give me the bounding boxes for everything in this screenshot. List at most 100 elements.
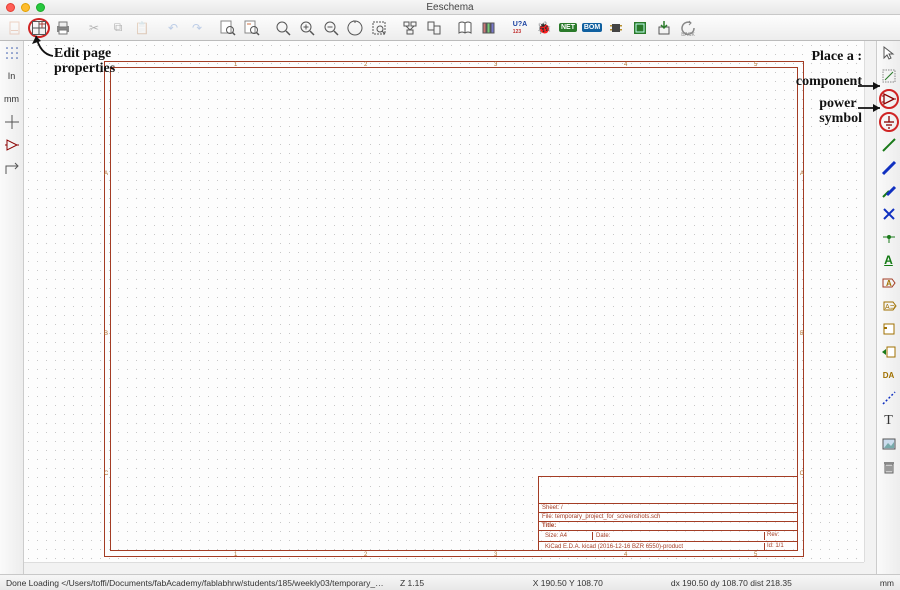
junction-icon bbox=[881, 229, 897, 245]
redo-button[interactable]: ↷ bbox=[186, 18, 208, 38]
hidden-pins-toggle[interactable] bbox=[2, 135, 22, 155]
import-footprint-button[interactable] bbox=[653, 18, 675, 38]
toolbar-top: ✂ ⧉ 📋 ↶ ↷ U?A123 🐞 NET BOM BACK bbox=[0, 15, 900, 41]
cvpcb-button[interactable]: NET bbox=[557, 18, 579, 38]
inch-label: In bbox=[8, 71, 16, 81]
text-icon: T bbox=[884, 413, 893, 429]
place-image-tool[interactable] bbox=[879, 434, 899, 454]
cursor-cross-icon bbox=[4, 114, 20, 130]
units-inch-toggle[interactable]: In bbox=[2, 66, 22, 86]
import-hierarchical-pin-tool[interactable] bbox=[879, 342, 899, 362]
copy-button[interactable]: ⧉ bbox=[107, 18, 129, 38]
zoom-selection-button[interactable] bbox=[368, 18, 390, 38]
wire-icon bbox=[881, 137, 897, 153]
zoom-in-button[interactable] bbox=[296, 18, 318, 38]
size-label: Size: A4 bbox=[542, 532, 592, 540]
place-graphic-line-tool[interactable] bbox=[879, 388, 899, 408]
place-power-port-tool[interactable] bbox=[879, 112, 899, 132]
window-titlebar: Eeschema bbox=[0, 0, 900, 15]
page-settings-button[interactable] bbox=[28, 18, 50, 38]
units-mm-toggle[interactable]: mm bbox=[2, 89, 22, 109]
find-replace-icon bbox=[244, 20, 260, 36]
bus-wire-direction-toggle[interactable] bbox=[2, 158, 22, 178]
svg-text:A⊃: A⊃ bbox=[885, 304, 896, 311]
place-bus-entry-tool[interactable] bbox=[879, 181, 899, 201]
bug-icon: 🐞 bbox=[537, 21, 552, 35]
scissors-icon: ✂ bbox=[89, 21, 99, 35]
select-tool[interactable] bbox=[879, 43, 899, 63]
import-icon bbox=[656, 20, 672, 36]
clipboard-icon: 📋 bbox=[135, 21, 150, 35]
place-junction-tool[interactable] bbox=[879, 227, 899, 247]
scrollbar-horizontal[interactable] bbox=[24, 562, 864, 574]
place-net-label-tool[interactable]: A bbox=[879, 250, 899, 270]
new-schematic-button[interactable] bbox=[4, 18, 26, 38]
show-grid-toggle[interactable] bbox=[2, 43, 22, 63]
document-icon bbox=[7, 20, 23, 36]
title-block: Sheet: / File: temporary_project_for_scr… bbox=[538, 476, 798, 551]
window-title: Eeschema bbox=[0, 0, 900, 15]
scrollbar-vertical[interactable] bbox=[864, 41, 876, 562]
toolbar-right: A A A⊃ DA T bbox=[876, 41, 900, 574]
library-browser-button[interactable] bbox=[478, 18, 500, 38]
sheet-frame: 1 2 3 4 5 1 2 3 4 5 A B C A B C Sheet: /… bbox=[104, 61, 804, 557]
status-message: Done Loading </Users/toffi/Documents/fab… bbox=[6, 578, 386, 588]
place-global-label-tool[interactable]: A bbox=[879, 273, 899, 293]
bom-badge: BOM bbox=[582, 23, 602, 32]
place-graphic-text-tool[interactable]: T bbox=[879, 411, 899, 431]
place-no-connect-tool[interactable] bbox=[879, 204, 899, 224]
schematic-canvas[interactable]: 1 2 3 4 5 1 2 3 4 5 A B C A B C Sheet: /… bbox=[24, 41, 876, 574]
back-annotate-button[interactable]: BACK bbox=[677, 18, 699, 38]
footprint-editor-button[interactable] bbox=[605, 18, 627, 38]
leave-sheet-icon bbox=[426, 20, 442, 36]
hierarchy-icon bbox=[402, 20, 418, 36]
net-badge: NET bbox=[559, 23, 577, 32]
hier-sheet-icon bbox=[881, 321, 897, 337]
print-button[interactable] bbox=[52, 18, 74, 38]
place-bus-tool[interactable] bbox=[879, 158, 899, 178]
leave-sheet-button[interactable] bbox=[423, 18, 445, 38]
find-button[interactable] bbox=[217, 18, 239, 38]
file-path: File: temporary_project_for_screenshots.… bbox=[542, 514, 660, 520]
place-hierarchical-pin-tool[interactable]: DA bbox=[879, 365, 899, 385]
ground-icon bbox=[881, 114, 897, 130]
place-hierarchical-sheet-tool[interactable] bbox=[879, 319, 899, 339]
dashed-line-icon bbox=[881, 390, 897, 406]
footprint-icon bbox=[608, 20, 624, 36]
annotate-button[interactable]: U?A123 bbox=[509, 18, 531, 38]
place-hierarchical-label-tool[interactable]: A⊃ bbox=[879, 296, 899, 316]
undo-button[interactable]: ↶ bbox=[162, 18, 184, 38]
place-component-tool[interactable] bbox=[879, 89, 899, 109]
zoom-redraw-button[interactable] bbox=[272, 18, 294, 38]
paste-button[interactable]: 📋 bbox=[131, 18, 153, 38]
zoom-refresh-icon bbox=[275, 20, 291, 36]
copy-icon: ⧉ bbox=[114, 20, 123, 35]
library-editor-button[interactable] bbox=[454, 18, 476, 38]
bus-direction-icon bbox=[4, 160, 20, 176]
grid-icon bbox=[4, 45, 20, 61]
no-connect-icon bbox=[881, 206, 897, 222]
run-pcbnew-button[interactable] bbox=[629, 18, 651, 38]
hier-pin-text: DA bbox=[883, 371, 895, 380]
id-label: Id: 1/1 bbox=[764, 543, 794, 551]
zoom-out-button[interactable] bbox=[320, 18, 342, 38]
zoom-region-icon bbox=[371, 20, 387, 36]
image-icon bbox=[881, 436, 897, 452]
cut-button[interactable]: ✂ bbox=[83, 18, 105, 38]
cursor-shape-toggle[interactable] bbox=[2, 112, 22, 132]
navigate-hierarchy-button[interactable] bbox=[399, 18, 421, 38]
netlist-button[interactable]: BOM bbox=[581, 18, 603, 38]
find-replace-button[interactable] bbox=[241, 18, 263, 38]
books-icon bbox=[481, 20, 497, 36]
highlight-net-tool[interactable] bbox=[879, 66, 899, 86]
global-label-icon: A bbox=[881, 275, 897, 291]
import-pin-icon bbox=[881, 344, 897, 360]
delete-tool[interactable] bbox=[879, 457, 899, 477]
zoom-fit-button[interactable] bbox=[344, 18, 366, 38]
sheet-path: Sheet: / bbox=[542, 505, 563, 511]
zoom-out-icon bbox=[323, 20, 339, 36]
erc-button[interactable]: 🐞 bbox=[533, 18, 555, 38]
kicad-version: KiCad E.D.A. kicad (2016-12-16 BZR 6550)… bbox=[542, 543, 764, 551]
zoom-fit-icon bbox=[347, 20, 363, 36]
place-wire-tool[interactable] bbox=[879, 135, 899, 155]
